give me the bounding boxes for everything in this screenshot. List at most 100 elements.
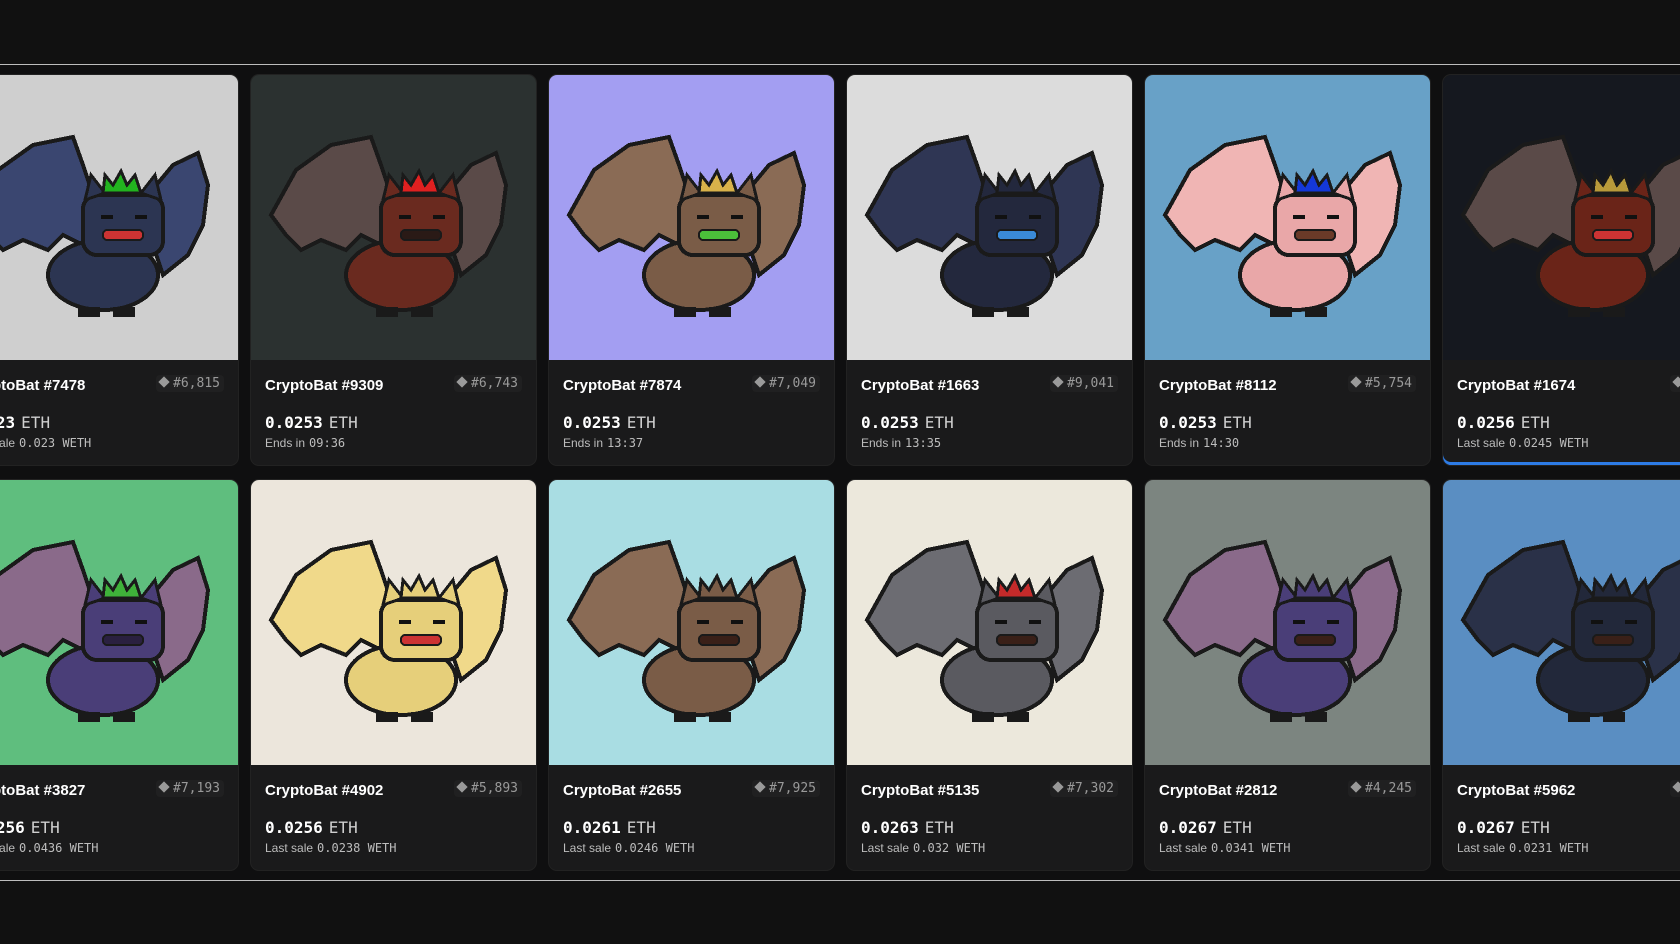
diamond-icon [456, 376, 468, 388]
diamond-icon [754, 376, 766, 388]
diamond-icon [754, 781, 766, 793]
nft-card[interactable]: CryptoBat #2655 #7,925 0.0261 ETH Last sale 0… [549, 480, 834, 870]
price-currency: ETH [626, 413, 656, 432]
auction-countdown: Ends in 09:36 [265, 436, 345, 450]
price-currency: ETH [328, 818, 358, 837]
auction-countdown: Ends in 14:30 [1159, 436, 1239, 450]
price-currency: ETH [30, 818, 60, 837]
sub-value: 0.0246 WETH [615, 841, 695, 855]
nft-name[interactable]: CryptoBat #4902 [265, 782, 383, 799]
price-value: 0.0267 [1457, 818, 1515, 837]
nft-name[interactable]: CryptoBat #9309 [265, 377, 383, 394]
nft-card[interactable]: CryptoBat #1663 #9,041 0.0253 ETH Ends in 13:… [847, 75, 1132, 465]
nft-image[interactable] [847, 480, 1132, 765]
nft-card[interactable]: CryptoBat #9309 #6,743 0.0253 ETH Ends in 09:… [251, 75, 536, 465]
last-sale: Last sale 0.032 WETH [861, 841, 985, 855]
rarity-rank-badge: #6,815 [156, 375, 224, 392]
price: 0.0263 ETH [861, 818, 954, 837]
sub-label: Last sale [0, 841, 16, 855]
nft-name[interactable]: CryptoBat #5135 [861, 782, 979, 799]
rarity-rank-badge: #7,193 [156, 780, 224, 797]
sub-label: Last sale [563, 841, 612, 855]
nft-image[interactable] [847, 75, 1132, 360]
nft-name[interactable]: CryptoBat #1674 [1457, 377, 1575, 394]
bat-illustration [251, 480, 536, 765]
nft-name[interactable]: CryptoBat #7874 [563, 377, 681, 394]
rarity-rank-text: #7,302 [1067, 781, 1114, 796]
price-value: 0.0256 [1457, 413, 1515, 432]
bottom-divider [0, 880, 1680, 881]
bat-illustration [1443, 75, 1680, 360]
nft-card[interactable]: CryptoBat #3827#7,1930.0256ETHLast sale0… [0, 480, 238, 870]
price-currency: ETH [328, 413, 358, 432]
nft-image[interactable] [549, 75, 834, 360]
price: 0.0256 ETH [0, 818, 60, 837]
nft-image[interactable] [549, 480, 834, 765]
rarity-rank-badge: #5,893 [454, 780, 522, 797]
nft-card[interactable]: CryptoBat #4902 #5,893 0.0256 ETH Last sale 0… [251, 480, 536, 870]
nft-name[interactable]: CryptoBat #5962 [1457, 782, 1575, 799]
nft-image[interactable] [251, 75, 536, 360]
nft-card[interactable]: CryptoBat #7874 #7,049 0.0253 ETH Ends in 13:… [549, 75, 834, 465]
nft-image[interactable] [1443, 75, 1680, 360]
sub-label: Last sale [1457, 841, 1506, 855]
rarity-rank-badge: #7, [1669, 375, 1680, 392]
nft-name[interactable]: CryptoBat #2655 [563, 782, 681, 799]
rarity-rank-badge: #6,743 [454, 375, 522, 392]
nft-card[interactable]: CryptoBat #8112 #5,754 0.0253 ETH Ends in 14:… [1145, 75, 1430, 465]
nft-card[interactable]: CryptoBat #1674#7,0.0256ETHLast sale0.02… [1443, 75, 1680, 465]
sub-value: 0.0436 WETH [19, 841, 99, 855]
price: 0.0267 ETH [1457, 818, 1550, 837]
rarity-rank-text: #7,193 [173, 781, 220, 796]
nft-image[interactable] [1145, 480, 1430, 765]
price-currency: ETH [924, 818, 954, 837]
diamond-icon [1350, 376, 1362, 388]
diamond-icon [1052, 781, 1064, 793]
price-currency: ETH [1520, 413, 1550, 432]
sub-value: 13:37 [607, 436, 644, 450]
nft-card[interactable]: CryptoBat #5135 #7,302 0.0263 ETH Last sale 0… [847, 480, 1132, 870]
nft-image[interactable] [1443, 480, 1680, 765]
rarity-rank-text: #5,893 [471, 781, 518, 796]
price-value: 0.0261 [563, 818, 621, 837]
nft-card[interactable]: CryptoBat #7478#6,8150.023ETHLast sale0.… [0, 75, 238, 465]
price: 0.0256 ETH [1457, 413, 1550, 432]
bat-illustration [1145, 75, 1430, 360]
price: 0.0256 ETH [265, 818, 358, 837]
price-currency: ETH [924, 413, 954, 432]
nft-image[interactable] [0, 75, 238, 360]
rarity-rank-badge: #7,925 [752, 780, 820, 797]
diamond-icon [456, 781, 468, 793]
diamond-icon [1052, 376, 1064, 388]
nft-name[interactable]: CryptoBat #2812 [1159, 782, 1277, 799]
price-value: 0.0256 [0, 818, 25, 837]
nft-name[interactable]: CryptoBat #3827 [0, 782, 85, 799]
nft-image[interactable] [0, 480, 238, 765]
price: 0.0253 ETH [265, 413, 358, 432]
nft-name[interactable]: CryptoBat #8112 [1159, 377, 1277, 394]
nft-card[interactable]: CryptoBat #2812 #4,245 0.0267 ETH Last sale 0… [1145, 480, 1430, 870]
auction-countdown: Ends in 13:37 [563, 436, 643, 450]
sub-label: Last sale [265, 841, 314, 855]
nft-grid: CryptoBat #7478#6,8150.023ETHLast sale0.… [0, 65, 1680, 880]
nft-name[interactable]: CryptoBat #7478 [0, 377, 85, 394]
rarity-rank-text: #6,743 [471, 376, 518, 391]
sub-value: 0.0231 WETH [1509, 841, 1589, 855]
rarity-rank-text: #7,925 [769, 781, 816, 796]
bat-illustration [0, 480, 238, 765]
price: 0.0253 ETH [861, 413, 954, 432]
nft-image[interactable] [1145, 75, 1430, 360]
rarity-rank-text: #9,041 [1067, 376, 1114, 391]
nft-image[interactable] [251, 480, 536, 765]
sub-value: 0.023 WETH [19, 436, 92, 450]
rarity-rank-badge: #4,245 [1348, 780, 1416, 797]
sub-label: Ends in [861, 436, 902, 450]
nft-name[interactable]: CryptoBat #1663 [861, 377, 979, 394]
rarity-rank-badge: #6, [1669, 780, 1680, 797]
last-sale: Last sale 0.0231 WETH [1457, 841, 1589, 855]
price-value: 0.0256 [265, 818, 323, 837]
bat-illustration [1443, 480, 1680, 765]
diamond-icon [1671, 781, 1680, 793]
price-currency: ETH [1222, 818, 1252, 837]
nft-card[interactable]: CryptoBat #5962#6,0.0267ETHLast sale0.02… [1443, 480, 1680, 870]
